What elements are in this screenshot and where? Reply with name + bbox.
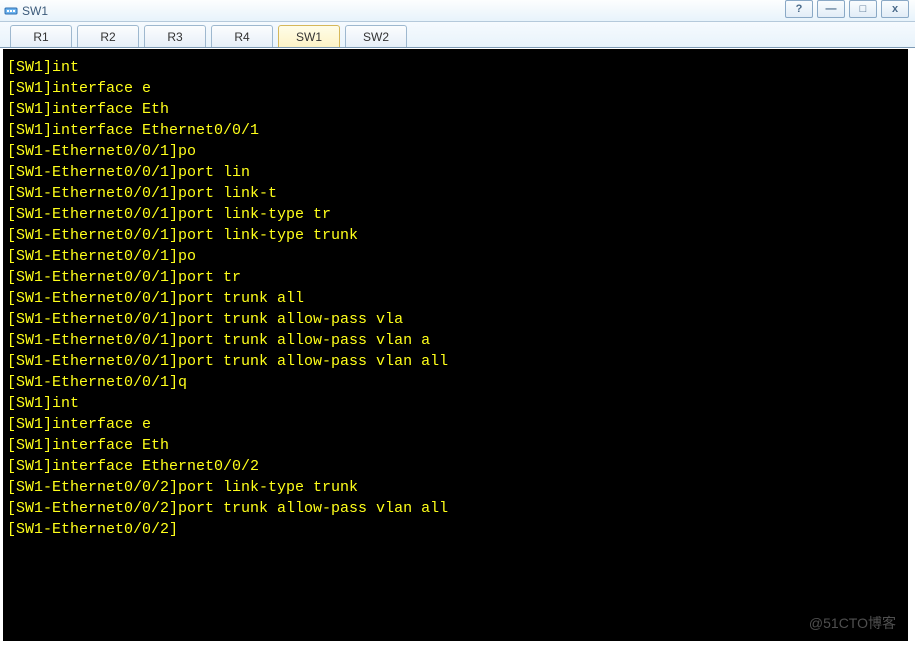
terminal-line: [SW1-Ethernet0/0/1]q: [7, 372, 904, 393]
tab-sw2[interactable]: SW2: [345, 25, 407, 47]
terminal-line: [SW1-Ethernet0/0/1]port trunk allow-pass…: [7, 330, 904, 351]
tab-r3[interactable]: R3: [144, 25, 206, 47]
terminal-line: [SW1]int: [7, 393, 904, 414]
terminal-line: [SW1-Ethernet0/0/1]port lin: [7, 162, 904, 183]
terminal-line: [SW1-Ethernet0/0/1]po: [7, 246, 904, 267]
window-title: SW1: [22, 4, 911, 18]
tab-strip: R1 R2 R3 R4 SW1 SW2: [0, 22, 915, 48]
terminal-line: [SW1-Ethernet0/0/1]port trunk allow-pass…: [7, 351, 904, 372]
terminal-line: [SW1-Ethernet0/0/1]port link-type tr: [7, 204, 904, 225]
terminal-line: [SW1-Ethernet0/0/1]port link-t: [7, 183, 904, 204]
terminal-line: [SW1-Ethernet0/0/1]port trunk allow-pass…: [7, 309, 904, 330]
terminal-line: [SW1]interface e: [7, 414, 904, 435]
minimize-button[interactable]: —: [817, 0, 845, 18]
watermark: @51CTO博客: [809, 613, 896, 633]
tab-sw1[interactable]: SW1: [278, 25, 340, 47]
tab-r1[interactable]: R1: [10, 25, 72, 47]
terminal-output[interactable]: [SW1]int [SW1]interface e [SW1]interface…: [3, 49, 908, 641]
terminal-line: [SW1-Ethernet0/0/1]port link-type trunk: [7, 225, 904, 246]
terminal-line: [SW1-Ethernet0/0/2]port link-type trunk: [7, 477, 904, 498]
terminal-line: [SW1]interface e: [7, 78, 904, 99]
close-button[interactable]: x: [881, 0, 909, 18]
tab-r4[interactable]: R4: [211, 25, 273, 47]
terminal-line: [SW1-Ethernet0/0/2]: [7, 519, 904, 540]
terminal-line: [SW1]interface Ethernet0/0/2: [7, 456, 904, 477]
app-icon: [4, 4, 18, 18]
terminal-line: [SW1]interface Eth: [7, 99, 904, 120]
window-controls: ? — □ x: [785, 0, 909, 18]
terminal-line: [SW1-Ethernet0/0/1]port tr: [7, 267, 904, 288]
terminal-line: [SW1]interface Eth: [7, 435, 904, 456]
terminal-line: [SW1]interface Ethernet0/0/1: [7, 120, 904, 141]
terminal-line: [SW1-Ethernet0/0/2]port trunk allow-pass…: [7, 498, 904, 519]
title-bar: SW1: [0, 0, 915, 22]
maximize-button[interactable]: □: [849, 0, 877, 18]
help-button[interactable]: ?: [785, 0, 813, 18]
terminal-line: [SW1-Ethernet0/0/1]po: [7, 141, 904, 162]
terminal-line: [SW1]int: [7, 57, 904, 78]
tab-r2[interactable]: R2: [77, 25, 139, 47]
terminal-line: [SW1-Ethernet0/0/1]port trunk all: [7, 288, 904, 309]
